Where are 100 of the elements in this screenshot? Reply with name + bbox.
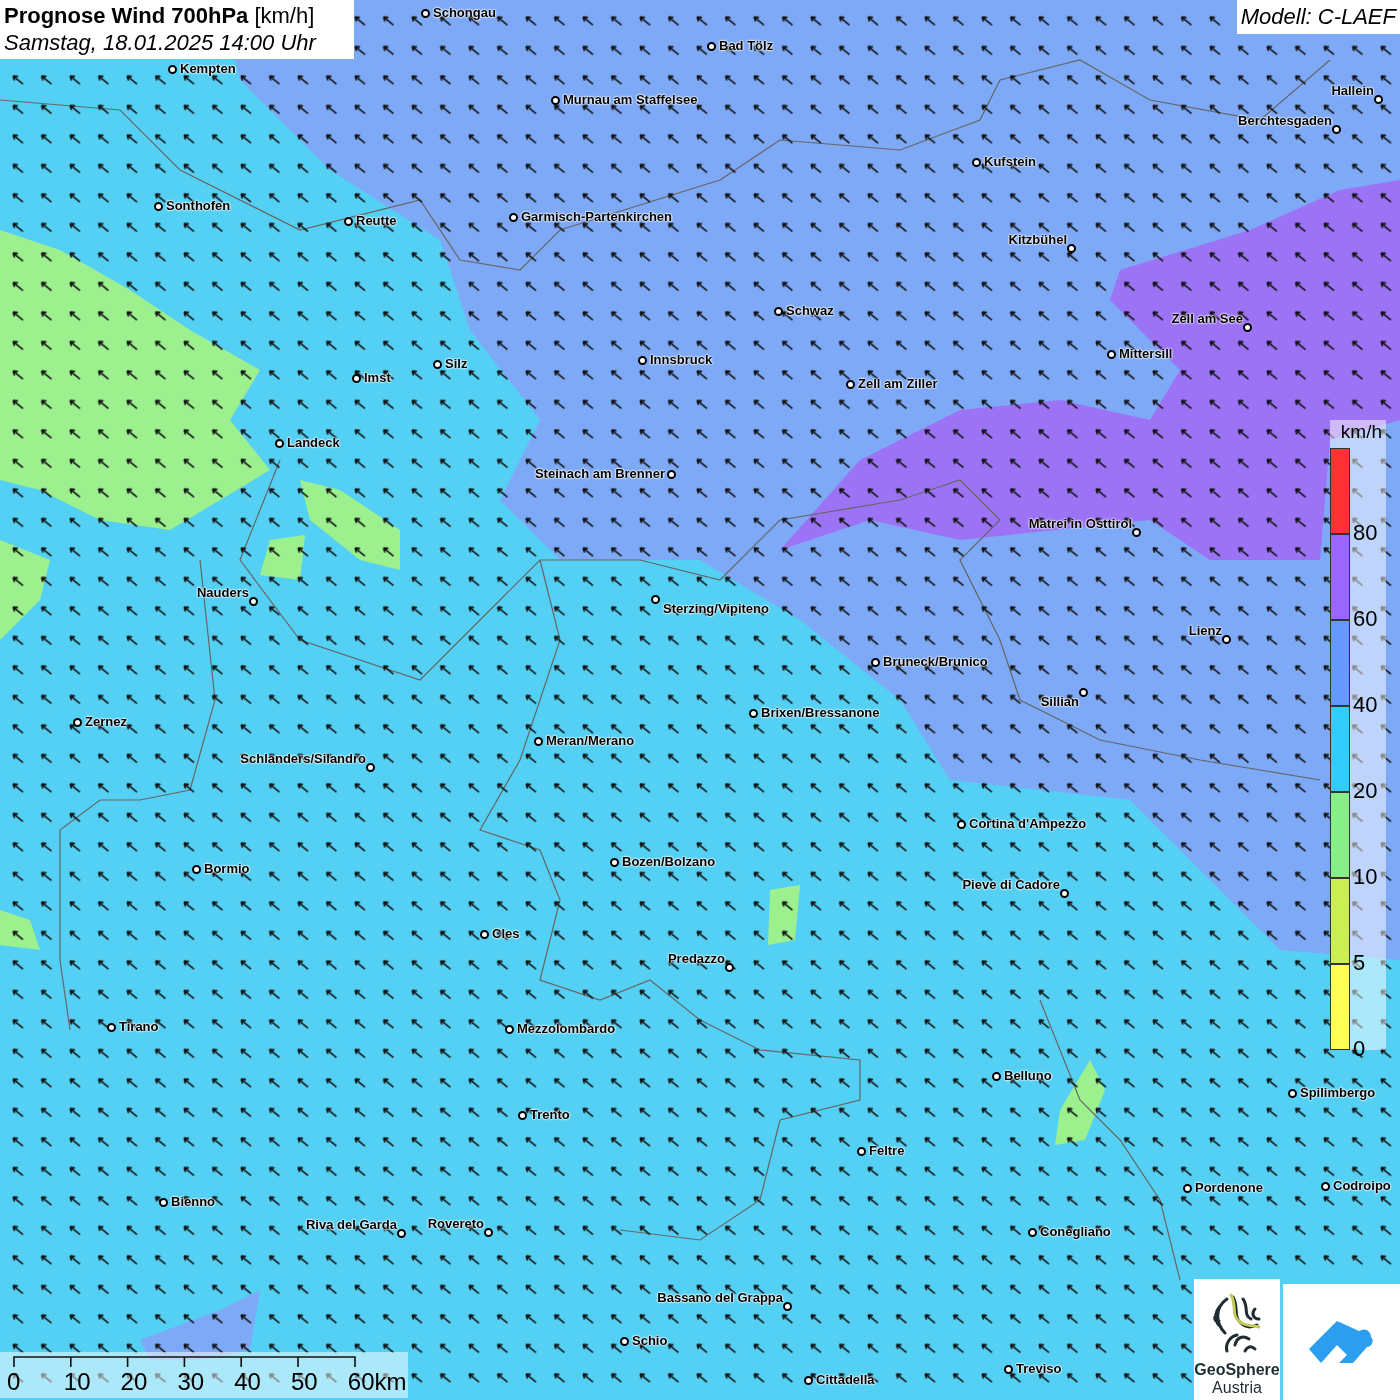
legend-value: 80 [1353,522,1378,544]
city-label: Bienno [171,1194,216,1209]
city-label: Cittadella [816,1372,875,1387]
scale-label: 30 [177,1369,205,1395]
city-marker [1132,528,1141,537]
city-marker [1004,1365,1013,1374]
city-marker [534,737,543,746]
city-label: Sterzing/Vipiteno [663,601,769,616]
city-label: Silz [445,356,468,371]
city-label: Berchtesgaden [1238,113,1332,128]
forecast-time: Samstag, 18.01.2025 14:00 Uhr [4,29,318,56]
city-marker [804,1376,813,1385]
city-label: Belluno [1004,1068,1052,1083]
city-marker [275,439,284,448]
city-marker [421,9,430,18]
city-label: Schio [632,1333,668,1348]
city-marker [972,158,981,167]
city-label: Treviso [1016,1361,1062,1376]
city-marker [484,1228,493,1237]
city-marker [505,1025,514,1034]
city-marker [249,597,258,606]
city-marker [620,1337,629,1346]
city-marker [749,709,758,718]
city-label: Bad Tölz [719,38,774,53]
city-marker [397,1229,406,1238]
legend-value: 40 [1353,694,1378,716]
city-label: Zell am Ziller [858,376,938,391]
city-label: Tirano [119,1019,159,1034]
scale-label: 60km [347,1369,407,1395]
scale-label: 40 [234,1369,261,1395]
city-marker [1288,1089,1297,1098]
city-marker [73,718,82,727]
city-marker [651,595,660,604]
city-marker [433,360,442,369]
city-label: Zernez [85,714,127,729]
map-title: Prognose Wind 700hPa [km/h] [4,2,316,29]
scale-label: 0 [7,1369,21,1395]
city-label: Reutte [356,213,397,228]
city-marker [1079,688,1088,697]
city-label: Bassano del Grappa [657,1290,783,1305]
city-marker [957,820,966,829]
city-label: Schongau [433,5,496,20]
city-marker [1028,1228,1037,1237]
city-marker [1374,95,1383,104]
city-label: Kufstein [984,154,1036,169]
city-label: Feltre [869,1143,905,1158]
city-label: Hallein [1331,83,1374,98]
city-label: Pordenone [1195,1180,1263,1195]
legend-value: 60 [1353,608,1378,630]
city-marker [610,858,619,867]
city-label: Bozen/Bolzano [622,854,716,869]
city-marker [1222,635,1231,644]
city-marker [518,1111,527,1120]
city-label: Mezzolombardo [517,1021,616,1036]
city-label: Nauders [196,585,249,600]
city-marker [1183,1184,1192,1193]
city-marker [783,1302,792,1311]
city-marker [1107,350,1116,359]
city-label: Riva del Garda [305,1217,397,1232]
model-label: Modell: C-LAEF [1236,0,1400,34]
logo-wordmark: GeoSphere [1194,1361,1280,1379]
city-label: Innsbruck [650,352,713,367]
city-marker [667,470,676,479]
city-marker [725,963,734,972]
city-marker [992,1072,1001,1081]
city-label: Pieve di Cadore [962,877,1060,892]
city-label: Zell am See [1171,311,1243,326]
legend-value: 0 [1353,1038,1366,1060]
city-label: Landeck [287,435,340,450]
city-label: Trento [530,1107,570,1122]
city-label: Brixen/Bressanone [761,705,880,720]
city-marker [352,374,361,383]
city-marker [107,1023,116,1032]
city-label: Codroipo [1333,1178,1391,1193]
scale-label: 50 [291,1369,318,1395]
city-label: Cortina d'Ampezzo [969,816,1087,831]
city-marker [638,356,647,365]
city-marker [509,213,518,222]
city-label: Rovereto [427,1216,484,1231]
city-marker [366,763,375,772]
scale-label: 10 [63,1369,91,1395]
city-label: Kitzbühel [1008,232,1067,247]
city-label: Schwaz [786,303,834,318]
city-label: Murnau am Staffelsee [563,92,698,107]
city-marker [707,42,716,51]
legend-unit: km/h [1340,420,1383,444]
city-marker [192,865,201,874]
city-label: Meran/Merano [546,733,635,748]
arrow-cloud-logo-icon [1308,1319,1375,1365]
legend-value: 20 [1353,780,1378,802]
city-marker [857,1147,866,1156]
city-marker [1332,125,1341,134]
city-marker [480,930,489,939]
city-marker [168,65,177,74]
city-label: Predazzo [667,951,725,966]
city-label: Sonthofen [166,198,231,213]
city-label: Garmisch-Partenkirchen [521,209,672,224]
city-label: Mittersill [1119,346,1173,361]
city-label: Bruneck/Brunico [883,654,988,669]
city-label: Lienz [1188,623,1222,638]
